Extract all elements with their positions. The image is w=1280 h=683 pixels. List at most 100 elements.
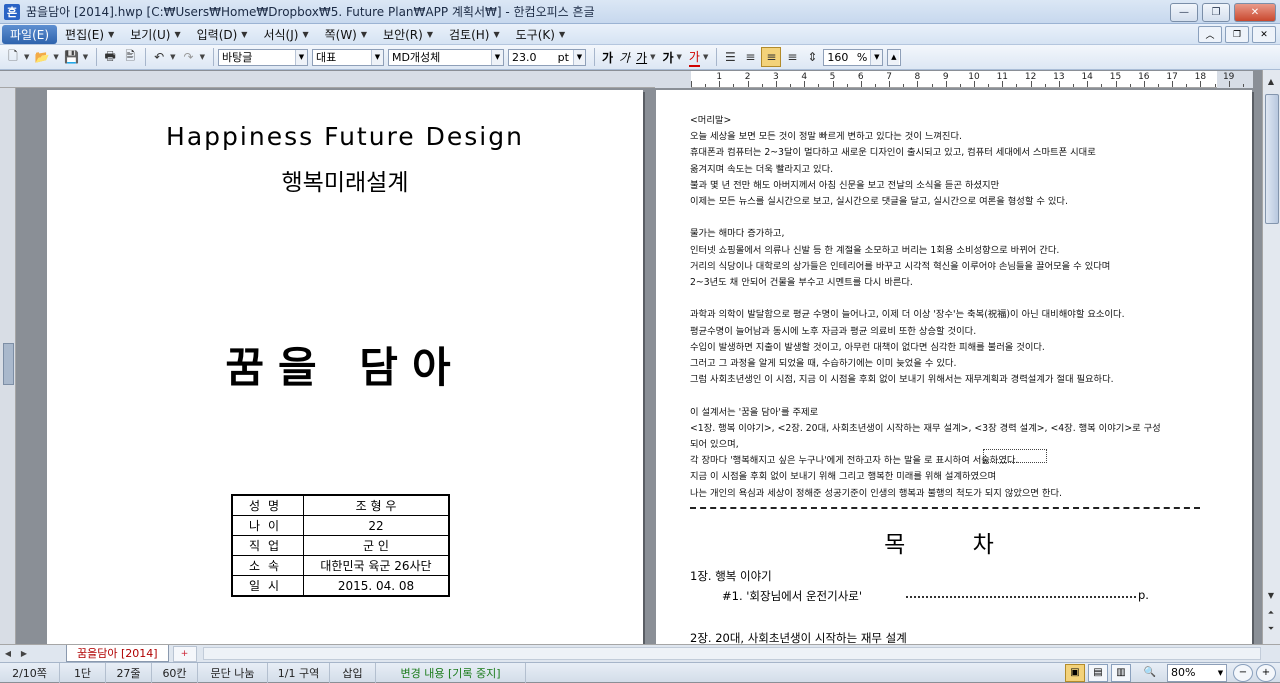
font-select[interactable]: MD개성체 ▼ <box>387 48 504 66</box>
italic-button[interactable]: 가 <box>619 49 630 66</box>
body-line: 나는 개인의 욕심과 세상이 정해준 성공기준이 인생의 행복과 불행의 척도가… <box>690 487 1062 499</box>
tab-document[interactable]: 꿈을담아 [2014] <box>66 645 169 662</box>
body-line: 수입이 발생하면 지출이 발생할 것이고, 아무런 대책이 없다면 심각한 피해… <box>690 341 1045 353</box>
status-insert[interactable]: 삽입 <box>330 662 376 683</box>
ruler-handle-icon[interactable] <box>3 343 14 385</box>
vertical-scrollbar[interactable]: ▲ ▼ ⏶ ⏷ <box>1262 70 1280 644</box>
page-view-icon[interactable]: ▤ <box>1088 663 1108 682</box>
status-line: 27줄 <box>106 662 152 683</box>
ruler-number: 4 <box>801 72 808 82</box>
line-spacing-select[interactable]: 160% ▼ <box>823 48 884 66</box>
redo-icon[interactable]: ↷ <box>180 48 198 66</box>
collapse-ribbon-icon[interactable]: ︿ <box>1198 26 1222 43</box>
right-align-icon[interactable]: ≡ <box>783 48 801 66</box>
toolbar-divider <box>96 48 98 66</box>
underline-button[interactable]: 가 <box>636 49 647 66</box>
bold-button[interactable]: 가 <box>602 49 613 66</box>
formatting-toolbar: 🗋 ▼ 📂 ▼ 💾 ▼ 🖶 🖹 ↶ ▼ ↷ ▼ 바탕글 ▼ 대표 ▼ MD개성체 ▼ 23.0 p… <box>0 45 1280 70</box>
table-key: 일시 <box>231 575 304 597</box>
web-view-icon[interactable]: ▥ <box>1111 663 1131 682</box>
menu-security[interactable]: 보안(R) ▼ <box>375 25 441 44</box>
tab-prev-icon[interactable]: ◀ <box>0 647 16 661</box>
zoom-search-icon[interactable]: 🔍 <box>1141 665 1159 681</box>
document-tab-bar: ◀ ▶ 꿈을담아 [2014] + <box>0 644 1280 662</box>
body-line: 평균수명이 늘어남과 동시에 노후 자금과 평균 의료비 또한 상승할 것이다. <box>690 325 977 337</box>
doc-restore-icon[interactable]: ❐ <box>1225 26 1249 43</box>
language-value: 대표 <box>315 51 337 64</box>
window-title: 꿈을담아 [2014].hwp [C:₩Users₩Home₩Dropbox₩5… <box>26 5 595 19</box>
restore-button[interactable]: ❐ <box>1202 3 1230 22</box>
menu-review[interactable]: 검토(H) ▼ <box>441 25 508 44</box>
menu-page-label: 쪽(W) <box>324 27 357 42</box>
scroll-up-icon[interactable]: ▲ <box>1265 74 1277 88</box>
menu-view[interactable]: 보기(U) ▼ <box>122 25 188 44</box>
ruler-number: 5 <box>829 72 836 82</box>
zoom-select[interactable]: 80% ▼ <box>1167 663 1227 682</box>
chevron-down-icon: ▼ <box>426 29 433 39</box>
menu-page[interactable]: 쪽(W) ▼ <box>317 25 375 44</box>
save-icon[interactable]: 💾 <box>63 48 81 66</box>
chevron-down-icon[interactable]: ▼ <box>53 53 58 61</box>
strikethrough-button[interactable]: 가 <box>662 49 673 66</box>
font-value: MD개성체 <box>391 51 441 64</box>
menu-tools[interactable]: 도구(K) ▼ <box>508 25 573 44</box>
center-align-icon[interactable]: ≡ <box>761 47 782 67</box>
minimize-button[interactable]: — <box>1170 3 1198 22</box>
ruler-number: 6 <box>857 72 864 82</box>
new-document-icon[interactable]: 🗋 <box>4 48 22 66</box>
undo-icon[interactable]: ↶ <box>150 48 168 66</box>
ruler-tick <box>988 84 990 87</box>
chevron-down-icon[interactable]: ▼ <box>677 53 682 61</box>
style-select[interactable]: 바탕글 ▼ <box>217 48 308 66</box>
tab-next-icon[interactable]: ▶ <box>16 647 32 661</box>
zoom-in-icon[interactable]: + <box>1256 663 1276 682</box>
menu-format[interactable]: 서식(J) ▼ <box>255 25 316 44</box>
toc-page-ref: p. <box>1138 588 1149 602</box>
new-tab-icon[interactable]: + <box>172 645 197 662</box>
spin-button[interactable]: ▲ <box>887 48 902 66</box>
font-size-select[interactable]: 23.0 pt ▼ <box>507 48 586 66</box>
zoom-out-icon[interactable]: − <box>1233 663 1253 682</box>
print-preview-icon[interactable]: 🖹 <box>121 48 139 66</box>
ruler-number: 1 <box>716 72 723 82</box>
chevron-down-icon[interactable]: ▼ <box>650 53 655 61</box>
ruler-number: 19 <box>1222 72 1235 82</box>
ruler-number: 13 <box>1053 72 1065 82</box>
vertical-ruler[interactable] <box>0 88 16 644</box>
font-color-button[interactable]: 가 <box>688 48 700 67</box>
cover-title-en: Happiness Future Design <box>166 122 524 151</box>
open-folder-icon[interactable]: 📂 <box>33 48 51 66</box>
horizontal-ruler[interactable]: 1 2 3 4 5 6 7 8 9 10 11 12 13 14 15 16 17 18 19 <box>655 71 1253 88</box>
left-align-icon[interactable]: ≡ <box>741 48 759 66</box>
doc-close-icon[interactable]: ✕ <box>1252 26 1276 43</box>
language-select[interactable]: 대표 ▼ <box>311 48 384 66</box>
page-down-icon[interactable]: ⏷ <box>1265 622 1277 636</box>
chevron-down-icon[interactable]: ▼ <box>703 53 708 61</box>
ruler-number: 2 <box>744 72 751 82</box>
ruler-number: 7 <box>886 72 892 82</box>
chevron-down-icon[interactable]: ▼ <box>83 53 88 61</box>
menu-edit[interactable]: 편집(E) ▼ <box>57 25 122 44</box>
right-page[interactable]: 목 차 1장. 행복 이야기 #1. '회장님에서 운전기사로' p. 2장. … <box>656 90 1252 650</box>
chevron-down-icon[interactable]: ▼ <box>24 53 29 61</box>
ruler-left-margin <box>655 71 691 88</box>
justify-align-icon[interactable]: ☰ <box>721 48 739 66</box>
status-track-changes[interactable]: 변경 내용 [기록 중지] <box>376 662 526 683</box>
horizontal-scrollbar[interactable] <box>203 647 1261 660</box>
close-button[interactable]: ✕ <box>1234 3 1276 22</box>
ruler-tick <box>1157 84 1159 87</box>
menu-format-label: 서식(J) <box>263 27 299 42</box>
status-page[interactable]: 2/10쪽 <box>0 662 60 683</box>
ruler-number: 9 <box>942 72 949 82</box>
scroll-thumb[interactable] <box>1265 94 1279 224</box>
left-page[interactable]: Happiness Future Design 행복미래설계 꿈을 담아 성명 조… <box>47 90 643 650</box>
normal-view-icon[interactable]: ▣ <box>1065 663 1085 682</box>
page-up-icon[interactable]: ⏶ <box>1265 606 1277 620</box>
scroll-down-icon[interactable]: ▼ <box>1265 588 1277 602</box>
chevron-down-icon[interactable]: ▼ <box>200 53 205 61</box>
menu-insert[interactable]: 입력(D) ▼ <box>189 25 256 44</box>
menu-file[interactable]: 파일(E) <box>2 24 58 44</box>
chevron-down-icon[interactable]: ▼ <box>170 53 175 61</box>
print-icon[interactable]: 🖶 <box>101 48 119 66</box>
ruler-number: 3 <box>773 72 779 82</box>
